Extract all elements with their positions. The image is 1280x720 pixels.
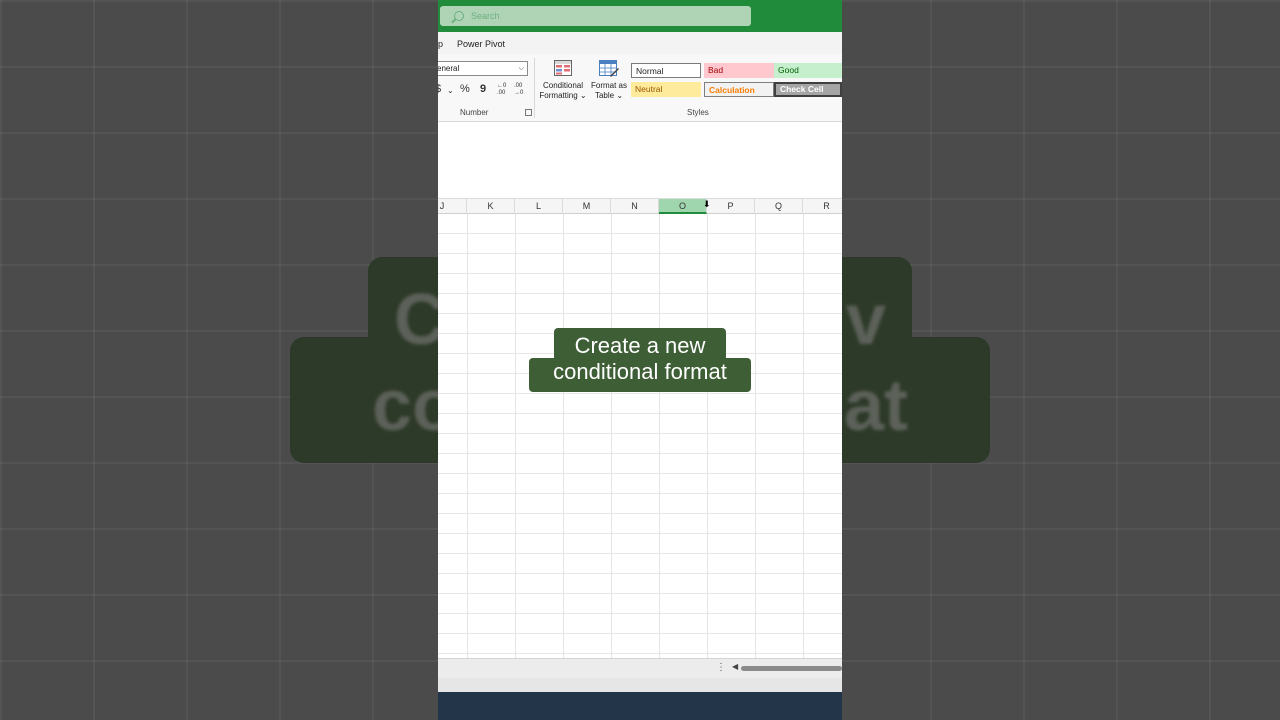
conditional-formatting-line2: Formatting ⌄	[538, 91, 588, 101]
grid-line	[707, 214, 708, 658]
style-good[interactable]: Good	[774, 63, 842, 78]
grid-line	[659, 214, 660, 658]
increase-decimal-bottom: .00	[497, 90, 506, 96]
column-header-l[interactable]: L	[515, 199, 563, 214]
horizontal-scrollbar[interactable]	[741, 666, 842, 671]
format-as-table-line1: Format as	[590, 81, 627, 90]
search-box[interactable]: Search	[440, 6, 751, 26]
chevron-down-icon: ⌵	[518, 65, 524, 72]
column-header-q[interactable]: Q	[755, 199, 803, 214]
column-header-r[interactable]: R	[803, 199, 842, 214]
increase-decimal-top: ←0	[497, 83, 507, 89]
excel-window: Search p Power Pivot eneral ⌵ $ ⌄ % 9 ←0…	[438, 0, 842, 720]
style-check-cell[interactable]: Check Cell	[774, 82, 842, 97]
conditional-formatting-icon	[554, 60, 572, 76]
blank-area	[438, 122, 842, 198]
format-as-table-label: Format as Table ⌄	[588, 81, 630, 101]
spreadsheet-grid[interactable]	[438, 214, 842, 658]
column-header-p[interactable]: P	[707, 199, 755, 214]
search-placeholder: Search	[471, 11, 500, 21]
number-format-select[interactable]: eneral ⌵	[438, 61, 528, 76]
number-group-label: Number	[460, 108, 489, 117]
column-cursor-icon: ⬇	[703, 199, 711, 209]
grid-line	[563, 214, 564, 658]
conditional-formatting-line2-text: Formatting	[539, 91, 578, 100]
style-calculation[interactable]: Calculation	[704, 82, 774, 97]
chevron-down-icon[interactable]: ⌄	[447, 86, 454, 95]
grid-line	[611, 214, 612, 658]
column-header-m[interactable]: M	[563, 199, 611, 214]
currency-button[interactable]: $	[438, 83, 441, 95]
ribbon: eneral ⌵ $ ⌄ % 9 ←0 .00 .00 →0 Number Co…	[438, 54, 842, 122]
sheet-status-bar: ⋮ ◀	[438, 658, 842, 678]
grid-line	[515, 214, 516, 658]
ribbon-tabs: p Power Pivot	[438, 32, 842, 54]
caption-line2: conditional format	[553, 359, 727, 384]
conditional-formatting-line1: Conditional	[542, 81, 584, 90]
style-bad[interactable]: Bad	[704, 63, 774, 78]
percent-button[interactable]: %	[460, 83, 470, 95]
tab-power-pivot[interactable]: Power Pivot	[457, 39, 505, 49]
style-normal[interactable]: Normal	[631, 63, 701, 78]
column-headers: J K L M N O P Q R ⬇	[438, 198, 842, 214]
format-as-table-line2-text: Table	[594, 91, 615, 100]
column-header-j[interactable]: J	[438, 199, 467, 214]
decrease-decimal-top: .00	[514, 83, 523, 89]
ribbon-separator	[534, 58, 535, 118]
chevron-down-icon: ⌄	[579, 91, 587, 100]
caption-line1: Create a new	[574, 333, 706, 358]
column-header-n[interactable]: N	[611, 199, 659, 214]
dialog-launcher-icon[interactable]	[525, 109, 532, 116]
increase-decimal-button[interactable]: ←0 .00	[497, 83, 506, 97]
grid-line	[803, 214, 804, 658]
search-icon	[454, 11, 464, 21]
style-neutral[interactable]: Neutral	[631, 82, 701, 97]
grid-line	[467, 214, 468, 658]
title-bar: Search	[438, 0, 842, 32]
scroll-left-icon[interactable]: ◀	[732, 662, 738, 671]
more-options-icon[interactable]: ⋮	[716, 662, 726, 673]
grid-line	[755, 214, 756, 658]
styles-group-label: Styles	[687, 108, 709, 117]
column-header-o[interactable]: O	[659, 199, 707, 214]
format-as-table-line2: Table ⌄	[588, 91, 630, 101]
conditional-formatting-label: Conditional Formatting ⌄	[538, 81, 588, 101]
video-caption: Create a new conditional format	[529, 328, 751, 392]
decrease-decimal-bottom: →0	[514, 90, 524, 96]
number-format-value: eneral	[438, 64, 460, 73]
status-strip	[438, 678, 842, 692]
comma-button[interactable]: 9	[480, 83, 486, 95]
column-header-k[interactable]: K	[467, 199, 515, 214]
format-as-table-icon	[599, 60, 619, 77]
decrease-decimal-button[interactable]: .00 →0	[514, 83, 523, 97]
tab-partial[interactable]: p	[438, 39, 443, 49]
caption-text: Create a new conditional format	[529, 333, 751, 385]
chevron-down-icon: ⌄	[616, 91, 624, 100]
taskbar	[438, 692, 842, 720]
